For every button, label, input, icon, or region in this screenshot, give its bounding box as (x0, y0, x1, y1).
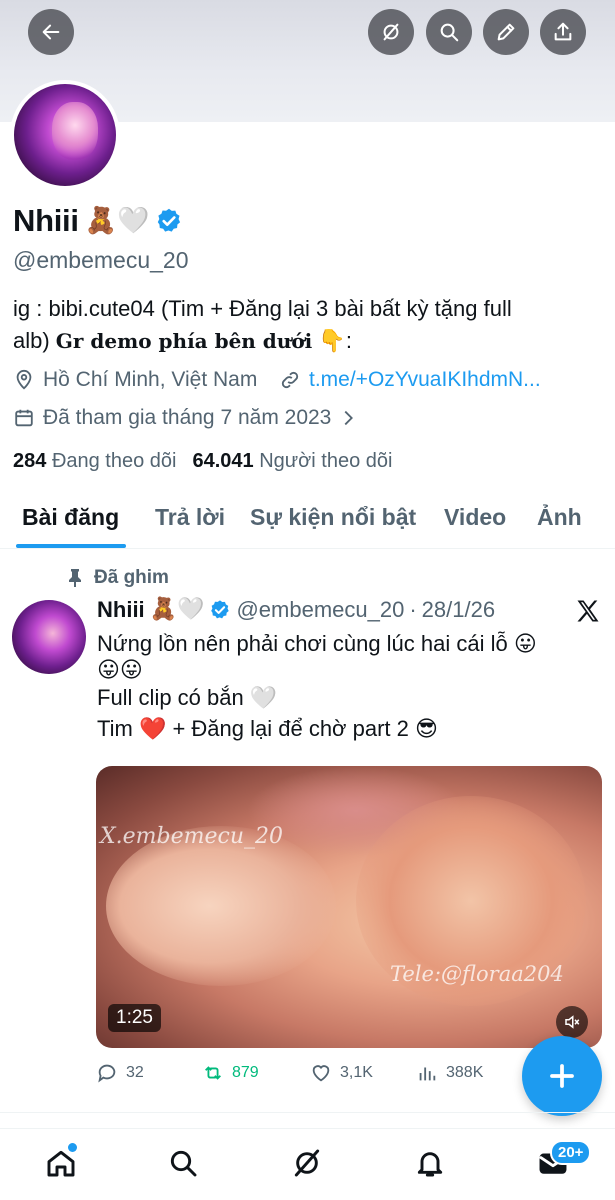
link-icon (281, 371, 299, 389)
profile-joined: Đã tham gia tháng 7 năm 2023 (43, 406, 332, 429)
arrow-left-icon (42, 24, 60, 40)
repost-button[interactable]: 879 (202, 1062, 259, 1084)
heart-icon (312, 1065, 330, 1082)
views-button[interactable]: 388K (416, 1062, 483, 1084)
share-button[interactable] (540, 9, 586, 55)
post-video[interactable]: X.embemecu_20 Tele:@floraa204 1:25 (96, 766, 602, 1048)
profile-link[interactable]: t.me/+OzYvuaIKIhdmN... (309, 368, 541, 392)
edit-button[interactable] (483, 9, 529, 55)
repost-icon (205, 1066, 221, 1080)
post-line-3: Full clip có bắn 🤍 (97, 684, 278, 710)
nav-grok[interactable] (289, 1145, 325, 1181)
bio-line-1: ig : bibi.cute04 (Tim + Đăng lại 3 bài b… (13, 296, 512, 321)
content-divider (0, 1112, 615, 1113)
search-button[interactable] (426, 9, 472, 55)
post-line-4: Tim ❤️ + Đăng lại để chờ part 2 😎 (97, 716, 438, 741)
tab-replies[interactable]: Trả lời (155, 504, 225, 531)
bottom-navigation (0, 1128, 615, 1200)
verified-badge-icon (211, 600, 230, 619)
x-logo-icon[interactable] (574, 597, 602, 625)
analytics-icon (419, 1067, 436, 1081)
profile-joined-row[interactable]: Đã tham gia tháng 7 năm 2023 (13, 406, 359, 430)
like-count: 3,1K (340, 1064, 373, 1081)
share-icon (554, 22, 572, 41)
profile-link-row[interactable]: t.me/+OzYvuaIKIhdmN... (279, 368, 541, 392)
tab-highlights[interactable]: Sự kiện nổi bật (250, 504, 416, 531)
profile-location: Hồ Chí Minh, Việt Nam (43, 368, 258, 391)
plus-icon (550, 1064, 574, 1088)
search-icon (440, 23, 459, 42)
bio-line-2: alb) Gr demo phía bên dưới 👇: (13, 328, 352, 354)
following-link[interactable]: 284 Đang theo dõi (13, 450, 176, 473)
followers-link[interactable]: 64.041 Người theo dõi (192, 450, 392, 473)
repost-count: 879 (232, 1064, 259, 1081)
post-author-handle: @embemecu_20 (236, 597, 405, 622)
nav-notifications[interactable] (412, 1145, 448, 1181)
tab-videos[interactable]: Video (444, 504, 506, 531)
profile-name-emojis: 🧸🤍 (84, 206, 150, 236)
profile-name: Nhiii (13, 203, 79, 238)
like-button[interactable]: 3,1K (310, 1062, 373, 1084)
post-author-name[interactable]: Nhiii (97, 597, 145, 623)
home-notification-dot (68, 1143, 77, 1152)
post-header: Nhiii 🧸🤍 @embemecu_20 · 28/1/26 (97, 597, 495, 623)
nav-search[interactable] (165, 1145, 201, 1181)
tab-posts[interactable]: Bài đăng (22, 504, 119, 531)
active-tab-indicator (16, 544, 126, 548)
post-date[interactable]: 28/1/26 (422, 597, 495, 623)
profile-location-row: Hồ Chí Minh, Việt Nam (13, 368, 257, 392)
reply-icon (98, 1064, 116, 1083)
mute-button[interactable] (556, 1006, 588, 1038)
post-avatar[interactable] (12, 600, 86, 674)
post-author-emojis: 🧸🤍 (149, 597, 205, 622)
profile-bio: ig : bibi.cute04 (Tim + Đăng lại 3 bài b… (13, 293, 603, 357)
bell-icon (417, 1152, 443, 1177)
verified-badge-icon[interactable] (155, 207, 183, 235)
tab-photos[interactable]: Ảnh (537, 504, 582, 531)
grok-icon (294, 1149, 320, 1177)
profile-name-row: Nhiii 🧸🤍 (13, 203, 183, 239)
pin-icon (69, 569, 81, 587)
chevron-right-icon (344, 410, 354, 426)
search-icon (170, 1150, 197, 1177)
bio-styled-text: Gr demo phía bên dưới (55, 329, 313, 353)
pinned-label: Đã ghim (66, 567, 169, 589)
post-separator: · (409, 597, 417, 622)
pointing-down-emoji: 👇 (318, 329, 346, 354)
reply-button[interactable]: 32 (96, 1062, 144, 1084)
view-count: 388K (446, 1064, 484, 1081)
back-button[interactable] (28, 9, 74, 55)
video-watermark-1: X.embemecu_20 (100, 824, 284, 849)
post-line-1: Nứng lồn nên phải chơi cùng lúc hai cái … (97, 631, 537, 656)
post-line-2: 😛😛 (97, 657, 143, 683)
video-duration: 1:25 (108, 1004, 161, 1032)
profile-handle: @embemecu_20 (13, 247, 189, 273)
video-watermark-2: Tele:@floraa204 (390, 962, 564, 986)
pencil-icon (497, 23, 515, 41)
follow-counts: 284 Đang theo dõi 64.041 Người theo dõi (13, 450, 392, 473)
reply-count: 32 (126, 1064, 144, 1081)
messages-badge: 20+ (550, 1140, 592, 1165)
speaker-muted-icon (565, 1015, 580, 1029)
calendar-icon (15, 409, 33, 427)
grok-button[interactable] (368, 9, 414, 55)
location-pin-icon (16, 369, 32, 390)
post-text: Nứng lồn nên phải chơi cùng lúc hai cái … (97, 628, 597, 745)
grok-icon (383, 23, 399, 41)
profile-tabs: Bài đăng Trả lời Sự kiện nổi bật Video Ả… (0, 494, 615, 549)
profile-avatar[interactable] (10, 80, 120, 190)
compose-button[interactable] (522, 1036, 602, 1116)
